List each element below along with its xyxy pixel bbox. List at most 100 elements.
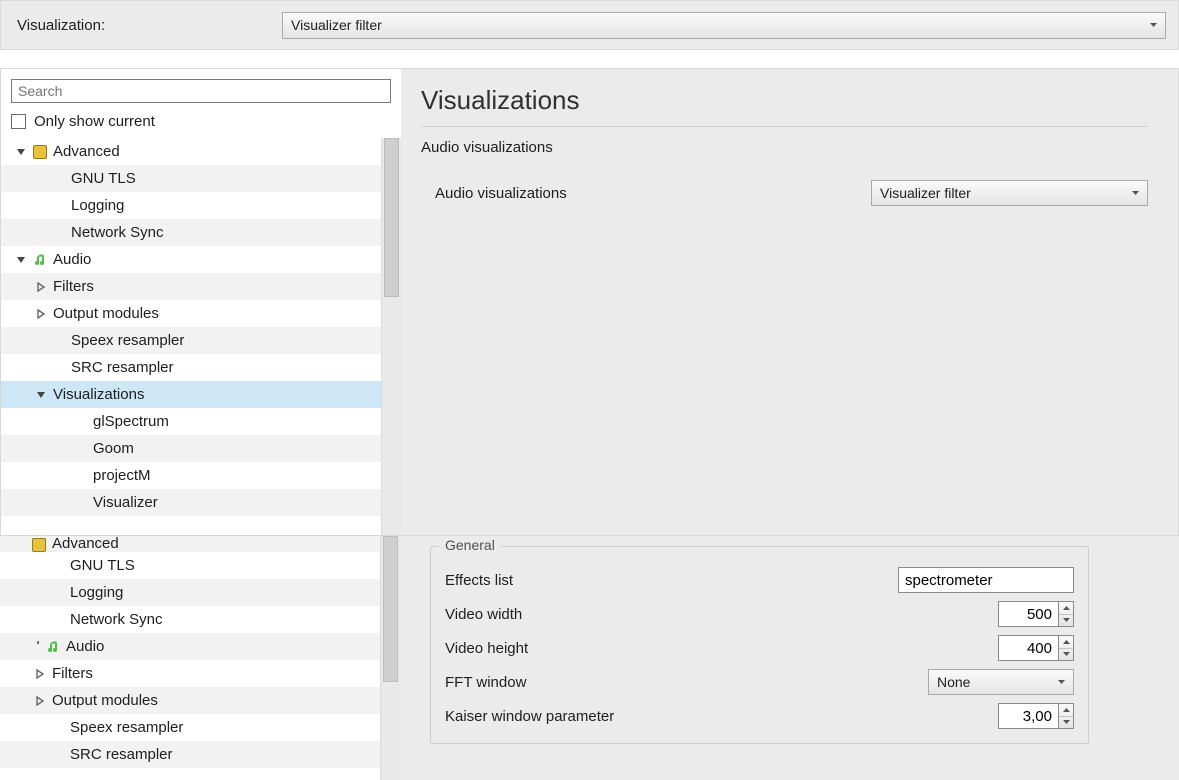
chevron-right-icon — [35, 281, 47, 293]
audio-visualizations-select[interactable]: Visualizer filter — [871, 180, 1148, 206]
search-wrap — [1, 69, 401, 107]
video-width-input[interactable] — [998, 601, 1058, 627]
tree-item[interactable]: Advanced — [1, 138, 381, 165]
title-divider — [421, 126, 1148, 127]
tree-item[interactable]: 'Audio — [0, 633, 380, 660]
tree-item[interactable]: projectM — [1, 462, 381, 489]
preferences-tree-lower[interactable]: Advanced GNU TLS Logging Network Sync 'Audio… — [0, 536, 380, 780]
tree-item[interactable]: Logging — [1, 192, 381, 219]
stepper-up-icon[interactable] — [1059, 704, 1073, 717]
general-legend: General — [439, 537, 501, 553]
audio-icon — [33, 253, 47, 267]
tree-scrollbar-lower[interactable] — [380, 536, 400, 780]
only-show-current-row[interactable]: Only show current — [1, 107, 401, 138]
tree-item-label: Advanced — [52, 536, 119, 552]
tree-item[interactable]: GNU TLS — [0, 552, 380, 579]
chevron-right-icon — [35, 308, 47, 320]
tree-item-label: Audio — [53, 251, 91, 268]
tree-item-label: Output modules — [53, 305, 159, 322]
tree-item[interactable]: glSpectrum — [1, 408, 381, 435]
tree-item-label: GNU TLS — [70, 557, 135, 574]
tree-item[interactable]: Logging — [0, 579, 380, 606]
video-width-label: Video width — [445, 606, 998, 623]
chevron-right-icon — [34, 695, 46, 707]
preferences-upper: Only show current Advanced GNU TLS Logging… — [0, 68, 1179, 536]
fft-window-value: None — [937, 674, 970, 690]
tree-item-label: Logging — [71, 197, 124, 214]
visualization-toolbar: Visualization: Visualizer filter — [0, 0, 1179, 50]
kaiser-window-input[interactable] — [998, 703, 1058, 729]
effects-list-input[interactable] — [898, 567, 1074, 593]
only-show-current-label: Only show current — [34, 113, 155, 130]
tree-item[interactable]: Output modules — [1, 300, 381, 327]
tree-item-label: Advanced — [53, 143, 120, 160]
chevron-down-icon — [15, 254, 27, 266]
tree-item[interactable]: Network Sync — [0, 606, 380, 633]
search-input[interactable] — [11, 79, 391, 103]
scrollbar-thumb[interactable] — [384, 138, 399, 297]
kaiser-window-label: Kaiser window parameter — [445, 708, 998, 725]
tree-item[interactable]: Filters — [0, 660, 380, 687]
tree-item[interactable]: SRC resampler — [1, 354, 381, 381]
tree-item[interactable]: Network Sync — [1, 219, 381, 246]
tree-item[interactable]: Visualizer — [1, 489, 381, 516]
only-show-current-checkbox[interactable] — [11, 114, 26, 129]
chevron-down-icon — [1058, 680, 1065, 684]
tree-item-label: projectM — [93, 467, 151, 484]
tree-item[interactable]: Output modules — [0, 687, 380, 714]
video-height-label: Video height — [445, 640, 998, 657]
tree-item-label: Goom — [93, 440, 134, 457]
preferences-tree[interactable]: Advanced GNU TLS Logging Network Sync Audio F… — [1, 138, 381, 535]
stepper-up-icon[interactable] — [1059, 636, 1073, 649]
fft-window-select[interactable]: None — [928, 669, 1074, 695]
stepper-up-icon[interactable] — [1059, 602, 1073, 615]
stepper-down-icon[interactable] — [1059, 717, 1073, 729]
tree-item-label: SRC resampler — [70, 746, 173, 763]
video-height-input[interactable] — [998, 635, 1058, 661]
tree-item-label: SRC resampler — [71, 359, 174, 376]
effects-list-label: Effects list — [445, 572, 898, 589]
stepper-down-icon[interactable] — [1059, 649, 1073, 661]
kaiser-window-stepper[interactable] — [998, 703, 1074, 729]
effects-list-row: Effects list — [445, 563, 1074, 597]
chip-icon — [33, 145, 47, 159]
sidebar-lower: Advanced GNU TLS Logging Network Sync 'Audio… — [0, 536, 400, 780]
video-height-stepper[interactable] — [998, 635, 1074, 661]
preferences-lower: Advanced GNU TLS Logging Network Sync 'Audio… — [0, 536, 1179, 780]
tree-item[interactable]: Visualizations — [1, 381, 381, 408]
tree-item[interactable]: SRC resampler — [0, 741, 380, 768]
tree-item-label: Logging — [70, 584, 123, 601]
tree-item-label: Visualizations — [53, 386, 144, 403]
tree-item[interactable]: Filters — [1, 273, 381, 300]
visualization-select[interactable]: Visualizer filter — [282, 12, 1166, 39]
tree-item[interactable]: Speex resampler — [0, 714, 380, 741]
tree-item-label: Filters — [52, 665, 93, 682]
audio-visualizations-field: Audio visualizations Visualizer filter — [421, 180, 1148, 206]
general-group: General Effects list Video width Video h… — [430, 546, 1089, 744]
tree-item[interactable]: Goom — [1, 435, 381, 462]
visualization-label: Visualization: — [17, 17, 282, 34]
tree-item[interactable]: GNU TLS — [1, 165, 381, 192]
audio-icon — [46, 640, 60, 654]
tree-item-label: GNU TLS — [71, 170, 136, 187]
chevron-down-icon — [1132, 191, 1139, 195]
audio-visualizations-value: Visualizer filter — [880, 185, 971, 201]
chevron-down-icon — [15, 146, 27, 158]
tree-item-label: glSpectrum — [93, 413, 169, 430]
tree-item[interactable]: Audio — [1, 246, 381, 273]
tree-item-label: Network Sync — [70, 611, 163, 628]
tree-scrollbar[interactable] — [381, 138, 401, 535]
section-audio-visualizations: Audio visualizations — [421, 139, 1148, 156]
stepper-down-icon[interactable] — [1059, 615, 1073, 627]
visualization-select-value: Visualizer filter — [291, 17, 382, 33]
chevron-down-icon — [1150, 23, 1157, 27]
video-width-stepper[interactable] — [998, 601, 1074, 627]
tree-item-label: Network Sync — [71, 224, 164, 241]
chevron-down-icon — [35, 389, 47, 401]
video-width-row: Video width — [445, 597, 1074, 631]
tree-item[interactable]: Speex resampler — [1, 327, 381, 354]
page-title: Visualizations — [421, 85, 1148, 116]
scrollbar-thumb[interactable] — [383, 536, 398, 682]
tree-item-label: Visualizer — [93, 494, 158, 511]
tree-item[interactable]: Advanced — [0, 536, 380, 552]
